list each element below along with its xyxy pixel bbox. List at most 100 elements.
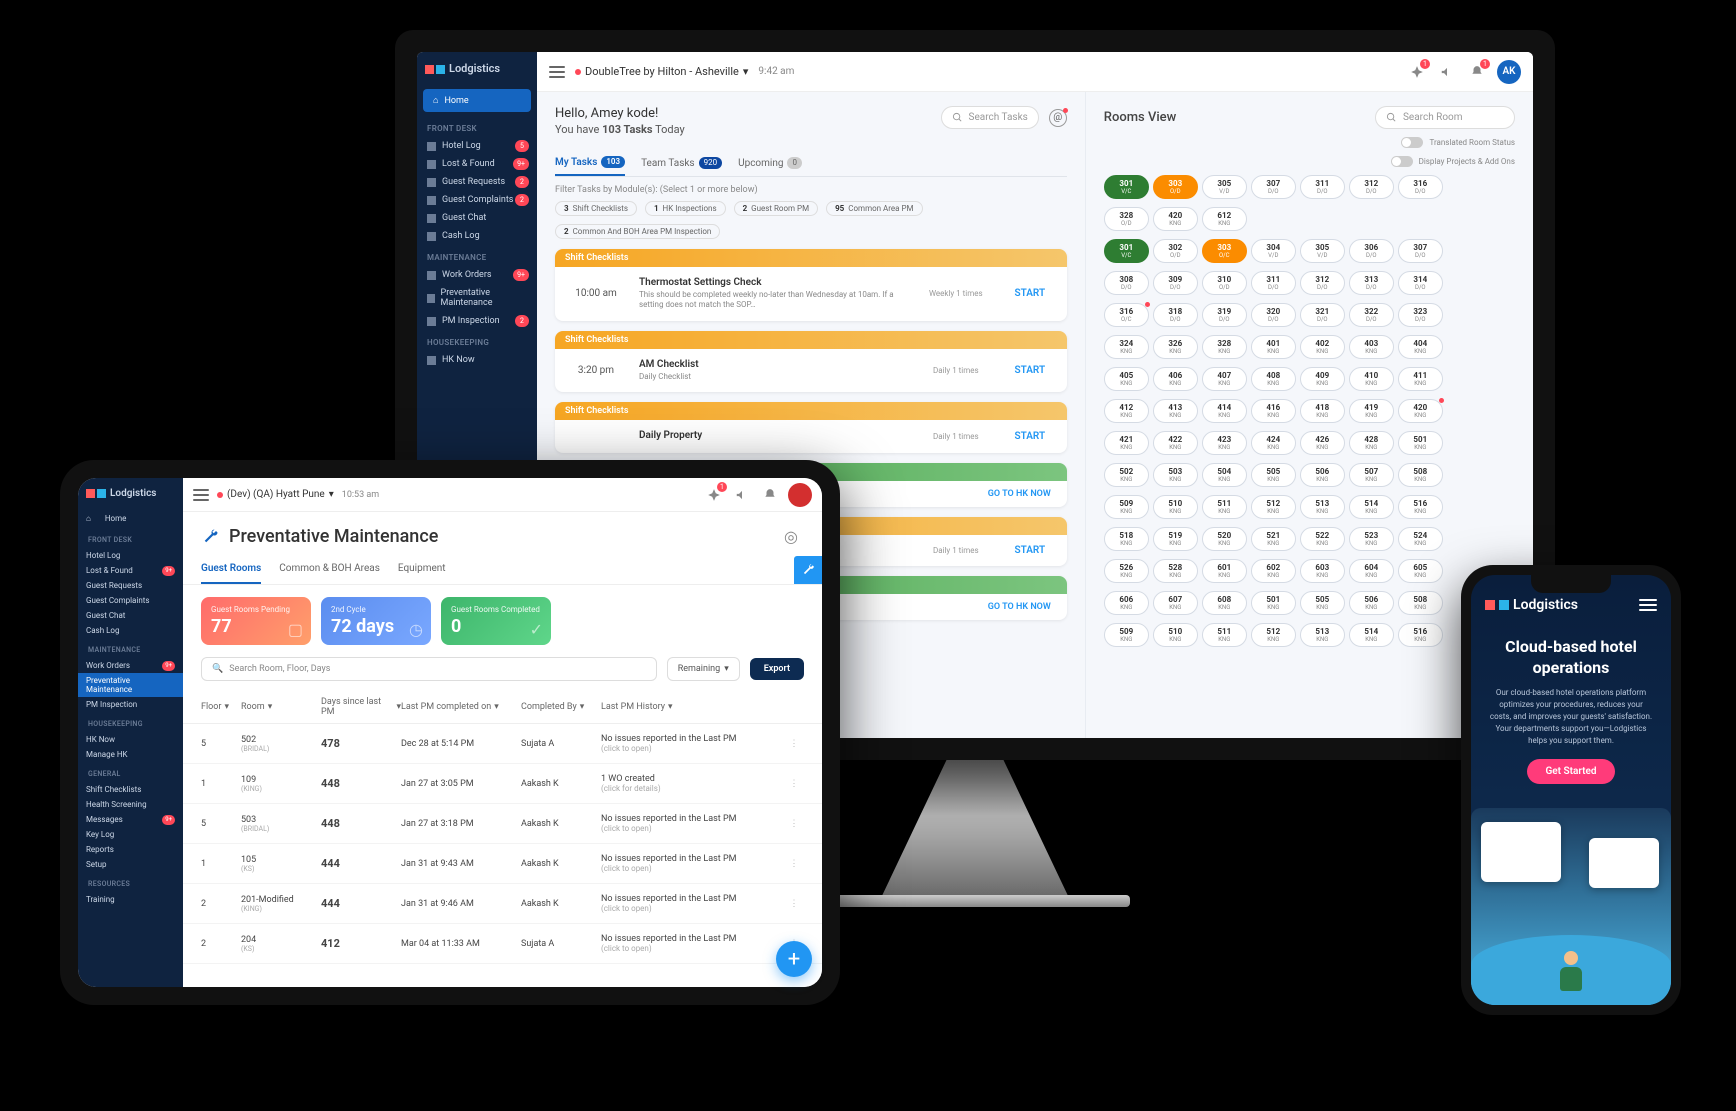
room-chip[interactable]: 414KNG <box>1202 399 1247 423</box>
room-chip[interactable]: 404KNG <box>1398 335 1443 359</box>
row-menu-icon[interactable]: ⋮ <box>784 859 804 869</box>
room-chip[interactable]: 323D/O <box>1398 303 1443 327</box>
room-chip[interactable]: 403KNG <box>1349 335 1394 359</box>
bell-icon[interactable]: 1 <box>1467 62 1487 82</box>
table-row[interactable]: 1 105(KS) 444 Jan 31 at 9:43 AM Aakash K… <box>183 844 822 884</box>
room-chip[interactable]: 512KNG <box>1251 495 1296 519</box>
room-chip[interactable]: 301V/C <box>1104 239 1149 263</box>
room-chip[interactable]: 510KNG <box>1153 623 1198 647</box>
room-chip[interactable]: 321D/O <box>1300 303 1345 327</box>
room-chip[interactable]: 304V/D <box>1251 239 1296 263</box>
room-chip[interactable]: 501KNG <box>1251 591 1296 615</box>
nav-item[interactable]: Cash Log <box>417 227 537 245</box>
hotel-selector[interactable]: (Dev) (QA) Hyatt Pune▾ <box>217 489 334 500</box>
room-chip[interactable]: 521KNG <box>1251 527 1296 551</box>
room-chip[interactable]: 314D/O <box>1398 271 1443 295</box>
col-last[interactable]: Last PM completed on ▾ <box>401 697 521 717</box>
room-chip[interactable]: 420KNG <box>1153 207 1198 231</box>
room-chip[interactable]: 505KNG <box>1251 463 1296 487</box>
hotel-selector[interactable]: DoubleTree by Hilton - Asheville ▾ <box>575 65 748 78</box>
avatar[interactable] <box>788 483 812 507</box>
export-button[interactable]: Export <box>750 658 804 680</box>
room-chip[interactable]: 407KNG <box>1202 367 1247 391</box>
room-chip[interactable]: 319D/O <box>1202 303 1247 327</box>
room-chip[interactable]: 305V/D <box>1300 239 1345 263</box>
avatar[interactable]: AK <box>1497 60 1521 84</box>
room-chip[interactable]: 408KNG <box>1251 367 1296 391</box>
col-days[interactable]: Days since last PM ▾ <box>321 697 401 717</box>
table-row[interactable]: 2 201-Modified(KING) 444 Jan 31 at 9:46 … <box>183 884 822 924</box>
room-chip[interactable]: 528KNG <box>1153 559 1198 583</box>
room-chip[interactable]: 612KNG <box>1202 207 1247 231</box>
nav-item[interactable]: HK Now <box>417 351 537 369</box>
room-chip[interactable]: 514KNG <box>1349 623 1394 647</box>
nav-item[interactable]: Shift Checklists <box>78 782 183 797</box>
room-chip[interactable]: 418KNG <box>1300 399 1345 423</box>
pm-search-input[interactable]: 🔍Search Room, Floor, Days <box>201 657 657 681</box>
col-floor[interactable]: Floor ▾ <box>201 697 241 717</box>
room-chip[interactable]: 310O/D <box>1202 271 1247 295</box>
room-chip[interactable]: 416KNG <box>1251 399 1296 423</box>
room-chip[interactable]: 328O/D <box>1104 207 1149 231</box>
room-chip[interactable]: 401KNG <box>1251 335 1296 359</box>
nav-item[interactable]: PM Inspection <box>78 697 183 712</box>
toggle-translated[interactable]: Translated Room Status <box>1104 137 1515 148</box>
room-chip[interactable]: 303O/C <box>1202 239 1247 263</box>
room-chip[interactable]: 424KNG <box>1251 431 1296 455</box>
wrench-tool-button[interactable] <box>794 556 822 584</box>
room-chip[interactable]: 522KNG <box>1300 527 1345 551</box>
col-by[interactable]: Completed By ▾ <box>521 697 601 717</box>
room-chip[interactable]: 504KNG <box>1202 463 1247 487</box>
room-chip[interactable]: 505KNG <box>1300 591 1345 615</box>
nav-item[interactable]: Lost & Found9+ <box>417 155 537 173</box>
filter-chip[interactable]: 3Shift Checklists <box>555 201 637 216</box>
room-chip[interactable]: 406KNG <box>1153 367 1198 391</box>
room-chip[interactable]: 421KNG <box>1104 431 1149 455</box>
room-chip[interactable]: 607KNG <box>1153 591 1198 615</box>
nav-item[interactable]: PM Inspection2 <box>417 312 537 330</box>
room-chip[interactable]: 601KNG <box>1202 559 1247 583</box>
toggle-projects[interactable]: Display Projects & Add Ons <box>1104 156 1515 167</box>
search-tasks[interactable]: Search Tasks <box>941 106 1039 129</box>
room-chip[interactable]: 422KNG <box>1153 431 1198 455</box>
room-chip[interactable]: 303O/D <box>1153 175 1198 199</box>
room-chip[interactable]: 514KNG <box>1349 495 1394 519</box>
room-chip[interactable]: 305V/D <box>1202 175 1247 199</box>
room-chip[interactable]: 508KNG <box>1398 591 1443 615</box>
search-rooms[interactable]: Search Room <box>1375 106 1515 129</box>
filter-chip[interactable]: 1HK Inspections <box>645 201 726 216</box>
nav-item[interactable]: Guest Complaints2 <box>417 191 537 209</box>
nav-item[interactable]: Hotel Log5 <box>417 137 537 155</box>
nav-item[interactable]: Guest Requests2 <box>417 173 537 191</box>
menu-icon[interactable] <box>193 489 209 501</box>
room-chip[interactable]: 608KNG <box>1202 591 1247 615</box>
nav-item[interactable]: Messages9+ <box>78 812 183 827</box>
table-row[interactable]: 1 109(KING) 448 Jan 27 at 3:05 PM Aakash… <box>183 764 822 804</box>
nav-item[interactable]: Setup <box>78 857 183 872</box>
room-chip[interactable]: 507KNG <box>1349 463 1394 487</box>
start-button[interactable]: START <box>1005 365 1055 376</box>
room-chip[interactable]: 302O/D <box>1153 239 1198 263</box>
row-menu-icon[interactable]: ⋮ <box>784 779 804 789</box>
filter-chip[interactable]: 2Guest Room PM <box>734 201 819 216</box>
nav-item[interactable]: Guest Chat <box>78 608 183 623</box>
room-chip[interactable]: 412KNG <box>1104 399 1149 423</box>
room-chip[interactable]: 307D/O <box>1251 175 1296 199</box>
room-chip[interactable]: 316O/C <box>1104 303 1149 327</box>
room-chip[interactable]: 320D/O <box>1251 303 1296 327</box>
room-chip[interactable]: 511KNG <box>1202 495 1247 519</box>
room-chip[interactable]: 306D/O <box>1349 239 1394 263</box>
tab-common-areas[interactable]: Common & BOH Areas <box>279 555 380 584</box>
announce-icon[interactable] <box>1437 62 1457 82</box>
room-chip[interactable]: 426KNG <box>1300 431 1345 455</box>
row-menu-icon[interactable]: ⋮ <box>784 899 804 909</box>
tab-my-tasks[interactable]: My Tasks103 <box>555 150 625 176</box>
row-menu-icon[interactable]: ⋮ <box>784 819 804 829</box>
room-chip[interactable]: 512KNG <box>1251 623 1296 647</box>
room-chip[interactable]: 518KNG <box>1104 527 1149 551</box>
menu-icon[interactable] <box>549 66 565 78</box>
nav-item[interactable]: Guest Requests <box>78 578 183 593</box>
room-chip[interactable]: 524KNG <box>1398 527 1443 551</box>
bell-icon[interactable] <box>760 485 780 505</box>
room-chip[interactable]: 604KNG <box>1349 559 1394 583</box>
